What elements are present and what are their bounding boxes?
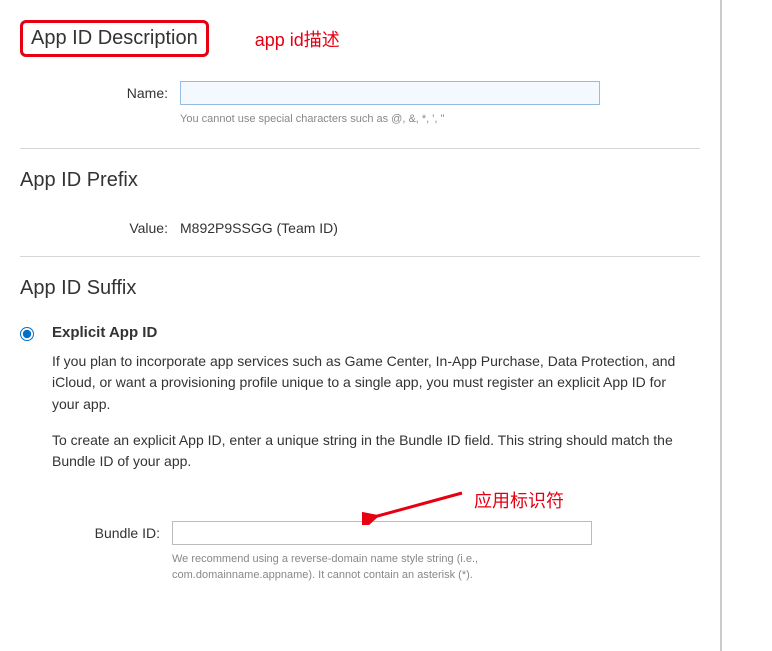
explicit-radio[interactable] — [20, 327, 34, 341]
section-header-suffix: App ID Suffix — [20, 277, 700, 300]
section-header-description: App ID Description — [20, 20, 209, 57]
prefix-value-label: Value: — [20, 216, 180, 236]
bundle-id-input[interactable] — [172, 521, 592, 545]
prefix-value-row: Value: M892P9SSGG (Team ID) — [20, 216, 700, 236]
annotation-bundle: 应用标识符 — [474, 487, 564, 513]
name-field-content: You cannot use special characters such a… — [180, 81, 700, 128]
explicit-desc2: To create an explicit App ID, enter a un… — [52, 430, 680, 473]
section-suffix: App ID Suffix Explicit App ID If you pla… — [20, 257, 700, 604]
bundle-field-content: We recommend using a reverse-domain name… — [172, 521, 680, 584]
bundle-hint: We recommend using a reverse-domain name… — [172, 551, 592, 584]
bundle-field-row: Bundle ID: We recommend using a reverse-… — [52, 521, 680, 584]
section-header-prefix: App ID Prefix — [20, 169, 700, 192]
explicit-desc1: If you plan to incorporate app services … — [52, 351, 680, 416]
annotation-description: app id描述 — [255, 26, 340, 52]
prefix-value-text: M892P9SSGG (Team ID) — [180, 216, 338, 236]
arrow-icon — [362, 485, 472, 525]
description-header-row: App ID Description app id描述 — [20, 20, 700, 57]
explicit-radio-block: Explicit App ID If you plan to incorpora… — [20, 324, 700, 584]
right-divider — [720, 0, 722, 651]
explicit-content: Explicit App ID If you plan to incorpora… — [52, 324, 700, 584]
explicit-title: Explicit App ID — [52, 324, 680, 341]
section-prefix: App ID Prefix Value: M892P9SSGG (Team ID… — [20, 149, 700, 257]
name-field-row: Name: You cannot use special characters … — [20, 81, 700, 128]
name-input[interactable] — [180, 81, 600, 105]
content-area: App ID Description app id描述 Name: You ca… — [0, 0, 720, 604]
bundle-label: Bundle ID: — [52, 521, 172, 541]
name-label: Name: — [20, 81, 180, 101]
annotation-bottom-container: 应用标识符 — [52, 487, 680, 517]
section-description: App ID Description app id描述 Name: You ca… — [20, 0, 700, 149]
name-hint: You cannot use special characters such a… — [180, 111, 600, 128]
